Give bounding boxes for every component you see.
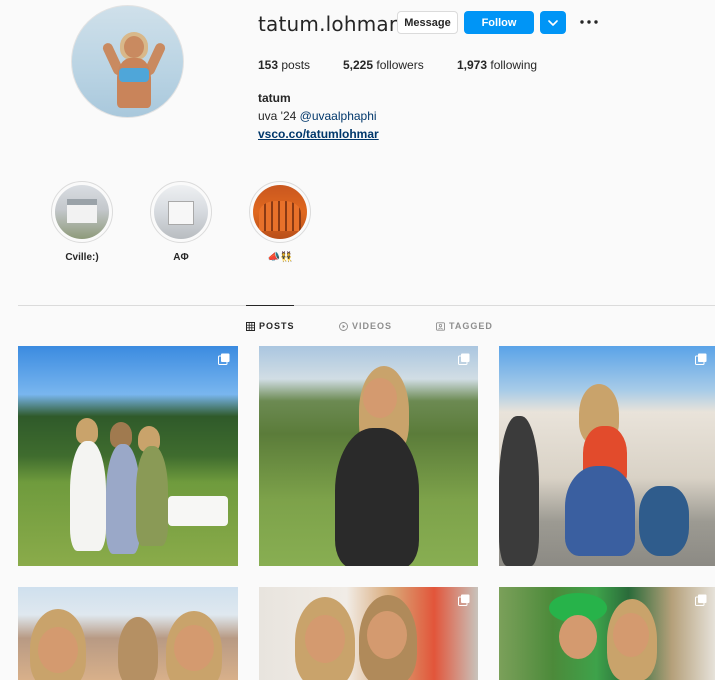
- highlight-ring: [249, 181, 311, 243]
- message-button[interactable]: Message: [397, 11, 458, 34]
- post-thumbnail[interactable]: [18, 346, 238, 566]
- profile-website-link[interactable]: vsco.co/tatumlohmar: [258, 127, 379, 141]
- tabs-divider: [18, 305, 715, 306]
- post-figure: [363, 378, 397, 418]
- highlight-ring: [51, 181, 113, 243]
- bio-mention-link[interactable]: @uvaalphaphi: [300, 109, 377, 123]
- post-thumbnail[interactable]: [259, 346, 478, 566]
- highlight-cover-group: [259, 201, 301, 231]
- posts-stat: 153 posts: [258, 58, 310, 72]
- story-highlight[interactable]: 📣👯: [249, 181, 311, 263]
- multiple-images-icon: [218, 353, 230, 365]
- multiple-images-icon: [695, 353, 707, 365]
- post-figure: [565, 466, 635, 556]
- tab-label: POSTS: [259, 321, 295, 331]
- post-figure: [559, 615, 597, 659]
- highlight-label: 📣👯: [267, 252, 293, 263]
- chevron-down-icon: [548, 19, 558, 26]
- active-tab-indicator: [246, 305, 294, 306]
- play-circle-icon: [339, 321, 348, 331]
- tab-label: VIDEOS: [352, 321, 393, 331]
- grid-icon: [246, 321, 255, 331]
- tab-videos[interactable]: VIDEOS: [339, 321, 392, 331]
- profile-full-name: tatum: [258, 91, 291, 105]
- highlight-cover: [253, 185, 307, 239]
- followers-stat[interactable]: 5,225 followers: [343, 58, 424, 72]
- avatar-figure-top: [119, 68, 149, 82]
- profile-avatar[interactable]: [71, 5, 184, 118]
- post-figure: [174, 625, 214, 671]
- highlight-cover-building: [67, 199, 97, 223]
- post-thumbnail[interactable]: [18, 587, 238, 680]
- tag-person-icon: [436, 321, 445, 331]
- post-figure: [70, 441, 106, 551]
- avatar-figure-body: [117, 58, 151, 108]
- follow-button[interactable]: Follow: [464, 11, 534, 34]
- highlight-ring: [150, 181, 212, 243]
- post-thumbnail[interactable]: [499, 346, 715, 566]
- post-figure: [335, 428, 419, 566]
- highlight-cover: [154, 185, 208, 239]
- post-figure: [118, 617, 158, 680]
- post-chairs: [168, 496, 228, 526]
- multiple-images-icon: [695, 594, 707, 606]
- post-figure: [613, 613, 649, 657]
- highlight-label: AΦ: [173, 252, 189, 263]
- following-count: 1,973: [457, 58, 488, 72]
- post-figure: [106, 444, 140, 554]
- post-thumbnail[interactable]: [499, 587, 715, 680]
- highlight-cover: [55, 185, 109, 239]
- following-stat[interactable]: 1,973 following: [457, 58, 537, 72]
- post-thumbnail[interactable]: [259, 587, 478, 680]
- tab-tagged[interactable]: TAGGED: [436, 321, 493, 331]
- highlight-cover-house: [168, 201, 194, 225]
- avatar-figure-head: [124, 36, 144, 58]
- highlight-label: Cville:): [65, 252, 99, 263]
- story-highlight[interactable]: AΦ: [150, 181, 212, 263]
- multiple-images-icon: [458, 353, 470, 365]
- posts-label: posts: [281, 58, 311, 72]
- post-figure: [136, 446, 168, 546]
- followers-count: 5,225: [343, 58, 374, 72]
- tab-label: TAGGED: [449, 321, 493, 331]
- tab-posts[interactable]: POSTS: [246, 321, 295, 331]
- posts-count: 153: [258, 58, 279, 72]
- bio-text: uva '24: [258, 109, 300, 123]
- post-figure: [305, 615, 345, 663]
- post-figure: [499, 416, 539, 566]
- story-highlight[interactable]: Cville:): [51, 181, 113, 263]
- more-options-icon: [580, 20, 598, 24]
- multiple-images-icon: [458, 594, 470, 606]
- post-figure: [367, 611, 407, 659]
- post-figure: [38, 627, 78, 673]
- more-options-button[interactable]: [578, 12, 600, 32]
- post-statue: [639, 486, 689, 556]
- profile-username: tatum.lohmar: [258, 12, 398, 36]
- followers-label: followers: [376, 58, 424, 72]
- suggested-accounts-button[interactable]: [540, 11, 566, 34]
- following-label: following: [490, 58, 538, 72]
- profile-bio: uva '24 @uvaalphaphi: [258, 109, 377, 123]
